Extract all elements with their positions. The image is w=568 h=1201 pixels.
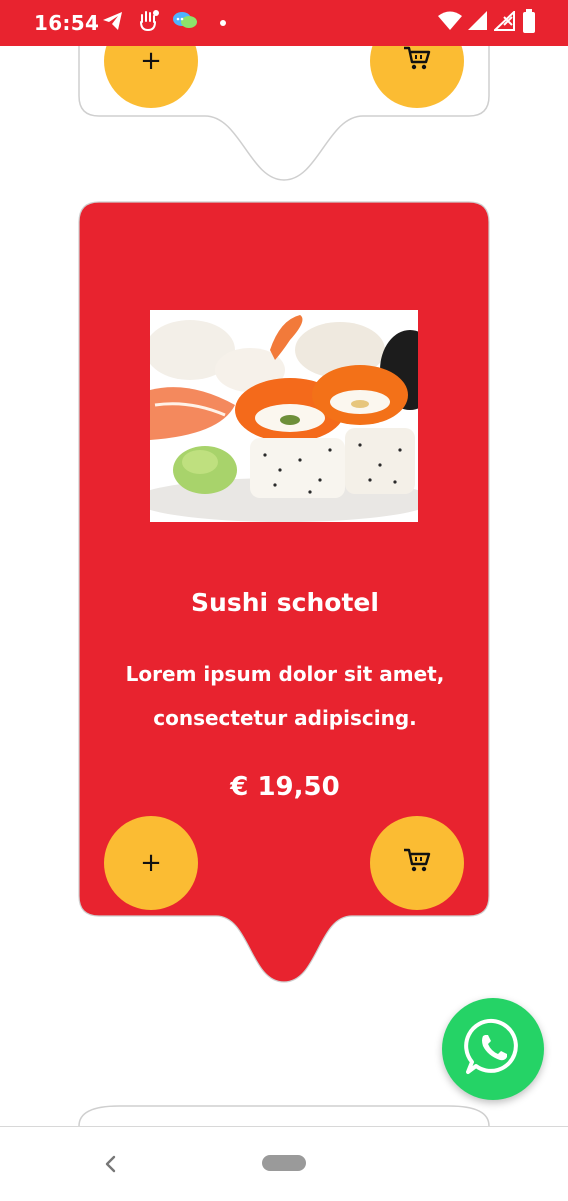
notification-dot-icon — [220, 20, 226, 26]
product-price: € 19,50 — [230, 772, 340, 802]
add-label: + — [140, 848, 162, 878]
status-bar-overlay: 16:54 — [0, 0, 568, 46]
hand-icon — [136, 9, 160, 38]
product-title: Sushi schotel — [191, 588, 379, 617]
status-time-overlay: 16:54 — [34, 11, 100, 35]
battery-icon — [522, 8, 536, 38]
signal-icon — [468, 10, 488, 36]
telegram-icon — [102, 11, 124, 36]
add-label: + — [140, 46, 162, 76]
add-to-cart-button[interactable] — [370, 816, 464, 910]
status-left-icons-overlay — [102, 9, 226, 38]
navigation-bar — [0, 1126, 568, 1201]
home-pill-icon[interactable] — [262, 1155, 306, 1171]
product-description: Lorem ipsum dolor sit amet, consectetur … — [125, 662, 445, 730]
status-right-icons-overlay — [438, 8, 536, 38]
wifi-icon — [438, 11, 462, 36]
whatsapp-icon — [462, 1016, 524, 1083]
sushi-plate-image — [150, 310, 418, 522]
cart-icon — [402, 44, 432, 79]
back-chevron-icon[interactable] — [98, 1149, 122, 1179]
whatsapp-button[interactable] — [442, 998, 544, 1100]
add-to-order-button[interactable]: + — [104, 816, 198, 910]
cart-icon — [402, 846, 432, 881]
messaging-icon — [172, 10, 198, 37]
signal-off-icon — [492, 9, 516, 36]
